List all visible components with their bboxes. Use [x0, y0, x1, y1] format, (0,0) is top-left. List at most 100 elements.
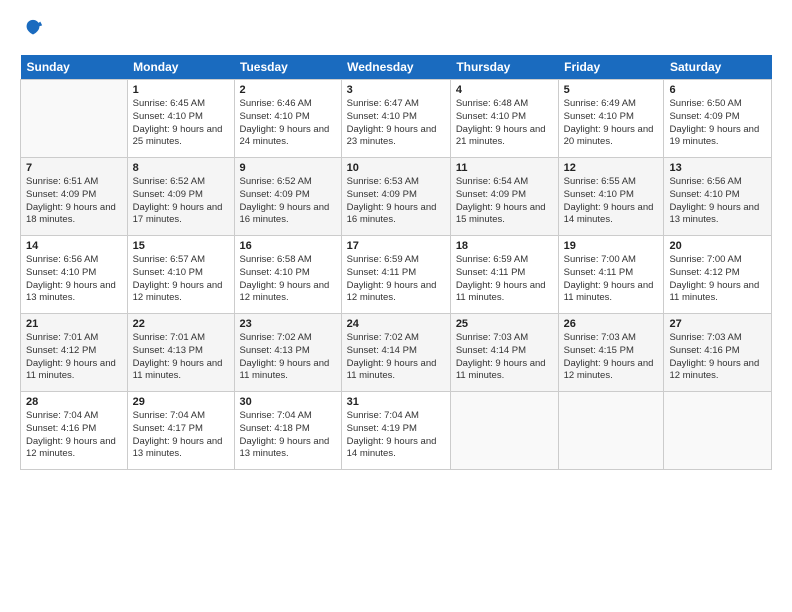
- day-number: 20: [669, 240, 766, 252]
- day-info: Sunrise: 7:03 AMSunset: 4:15 PMDaylight:…: [564, 332, 659, 383]
- calendar-cell: 26 Sunrise: 7:03 AMSunset: 4:15 PMDayligh…: [558, 314, 664, 392]
- day-info: Sunrise: 7:04 AMSunset: 4:16 PMDaylight:…: [26, 410, 122, 461]
- calendar-cell: 7 Sunrise: 6:51 AMSunset: 4:09 PMDaylight…: [21, 158, 128, 236]
- header: [20, 18, 772, 45]
- day-number: 12: [564, 162, 659, 174]
- calendar-cell: 24 Sunrise: 7:02 AMSunset: 4:14 PMDayligh…: [341, 314, 450, 392]
- day-number: 9: [240, 162, 336, 174]
- calendar-cell: [450, 392, 558, 470]
- calendar-cell: 25Sunrise: 7:03 AMSunset: 4:14 PMDayligh…: [450, 314, 558, 392]
- week-row-4: 28 Sunrise: 7:04 AMSunset: 4:16 PMDayligh…: [21, 392, 772, 470]
- day-info: Sunrise: 6:49 AMSunset: 4:10 PMDaylight:…: [564, 98, 659, 149]
- calendar-cell: 17 Sunrise: 6:59 AMSunset: 4:11 PMDayligh…: [341, 236, 450, 314]
- day-number: 19: [564, 240, 659, 252]
- week-row-2: 14Sunrise: 6:56 AMSunset: 4:10 PMDayligh…: [21, 236, 772, 314]
- day-number: 8: [133, 162, 229, 174]
- day-number: 13: [669, 162, 766, 174]
- day-header-friday: Friday: [558, 55, 664, 80]
- calendar-cell: 6 Sunrise: 6:50 AMSunset: 4:09 PMDaylight…: [664, 80, 772, 158]
- calendar-cell: 10 Sunrise: 6:53 AMSunset: 4:09 PMDayligh…: [341, 158, 450, 236]
- calendar-cell: 1Sunrise: 6:45 AMSunset: 4:10 PMDaylight…: [127, 80, 234, 158]
- day-info: Sunrise: 7:02 AMSunset: 4:14 PMDaylight:…: [347, 332, 445, 383]
- day-info: Sunrise: 6:53 AMSunset: 4:09 PMDaylight:…: [347, 176, 445, 227]
- day-number: 30: [240, 396, 336, 408]
- day-info: Sunrise: 7:02 AMSunset: 4:13 PMDaylight:…: [240, 332, 336, 383]
- calendar-cell: 20Sunrise: 7:00 AMSunset: 4:12 PMDayligh…: [664, 236, 772, 314]
- day-info: Sunrise: 6:45 AMSunset: 4:10 PMDaylight:…: [133, 98, 229, 149]
- calendar-cell: 2Sunrise: 6:46 AMSunset: 4:10 PMDaylight…: [234, 80, 341, 158]
- calendar-cell: 9 Sunrise: 6:52 AMSunset: 4:09 PMDaylight…: [234, 158, 341, 236]
- day-number: 23: [240, 318, 336, 330]
- week-row-0: 1Sunrise: 6:45 AMSunset: 4:10 PMDaylight…: [21, 80, 772, 158]
- day-number: 25: [456, 318, 553, 330]
- day-number: 2: [240, 84, 336, 96]
- day-info: Sunrise: 6:50 AMSunset: 4:09 PMDaylight:…: [669, 98, 766, 149]
- calendar-container: SundayMondayTuesdayWednesdayThursdayFrid…: [0, 0, 792, 612]
- calendar-cell: 31 Sunrise: 7:04 AMSunset: 4:19 PMDayligh…: [341, 392, 450, 470]
- calendar-cell: 23 Sunrise: 7:02 AMSunset: 4:13 PMDayligh…: [234, 314, 341, 392]
- day-number: 31: [347, 396, 445, 408]
- day-number: 10: [347, 162, 445, 174]
- calendar-cell: 8 Sunrise: 6:52 AMSunset: 4:09 PMDaylight…: [127, 158, 234, 236]
- day-info: Sunrise: 6:51 AMSunset: 4:09 PMDaylight:…: [26, 176, 122, 227]
- day-info: Sunrise: 6:48 AMSunset: 4:10 PMDaylight:…: [456, 98, 553, 149]
- day-info: Sunrise: 6:52 AMSunset: 4:09 PMDaylight:…: [133, 176, 229, 227]
- day-number: 16: [240, 240, 336, 252]
- day-header-wednesday: Wednesday: [341, 55, 450, 80]
- day-number: 15: [133, 240, 229, 252]
- day-number: 26: [564, 318, 659, 330]
- day-info: Sunrise: 7:04 AMSunset: 4:17 PMDaylight:…: [133, 410, 229, 461]
- calendar-cell: 16 Sunrise: 6:58 AMSunset: 4:10 PMDayligh…: [234, 236, 341, 314]
- day-info: Sunrise: 6:52 AMSunset: 4:09 PMDaylight:…: [240, 176, 336, 227]
- week-row-3: 21 Sunrise: 7:01 AMSunset: 4:12 PMDayligh…: [21, 314, 772, 392]
- calendar-cell: 4 Sunrise: 6:48 AMSunset: 4:10 PMDaylight…: [450, 80, 558, 158]
- logo: [20, 18, 44, 45]
- day-info: Sunrise: 6:58 AMSunset: 4:10 PMDaylight:…: [240, 254, 336, 305]
- day-info: Sunrise: 7:03 AMSunset: 4:16 PMDaylight:…: [669, 332, 766, 383]
- day-number: 24: [347, 318, 445, 330]
- day-number: 18: [456, 240, 553, 252]
- day-info: Sunrise: 6:59 AMSunset: 4:11 PMDaylight:…: [347, 254, 445, 305]
- calendar-cell: 27 Sunrise: 7:03 AMSunset: 4:16 PMDayligh…: [664, 314, 772, 392]
- day-info: Sunrise: 6:47 AMSunset: 4:10 PMDaylight:…: [347, 98, 445, 149]
- day-info: Sunrise: 6:57 AMSunset: 4:10 PMDaylight:…: [133, 254, 229, 305]
- day-number: 6: [669, 84, 766, 96]
- day-header-thursday: Thursday: [450, 55, 558, 80]
- day-info: Sunrise: 7:04 AMSunset: 4:18 PMDaylight:…: [240, 410, 336, 461]
- day-info: Sunrise: 7:01 AMSunset: 4:13 PMDaylight:…: [133, 332, 229, 383]
- calendar-cell: 29 Sunrise: 7:04 AMSunset: 4:17 PMDayligh…: [127, 392, 234, 470]
- week-row-1: 7 Sunrise: 6:51 AMSunset: 4:09 PMDaylight…: [21, 158, 772, 236]
- calendar-cell: 14Sunrise: 6:56 AMSunset: 4:10 PMDayligh…: [21, 236, 128, 314]
- day-info: Sunrise: 6:59 AMSunset: 4:11 PMDaylight:…: [456, 254, 553, 305]
- calendar-cell: 22 Sunrise: 7:01 AMSunset: 4:13 PMDayligh…: [127, 314, 234, 392]
- day-number: 4: [456, 84, 553, 96]
- day-number: 17: [347, 240, 445, 252]
- calendar-header-row: SundayMondayTuesdayWednesdayThursdayFrid…: [21, 55, 772, 80]
- calendar-cell: 11Sunrise: 6:54 AMSunset: 4:09 PMDayligh…: [450, 158, 558, 236]
- day-info: Sunrise: 6:55 AMSunset: 4:10 PMDaylight:…: [564, 176, 659, 227]
- calendar-cell: 19 Sunrise: 7:00 AMSunset: 4:11 PMDayligh…: [558, 236, 664, 314]
- calendar-cell: [558, 392, 664, 470]
- day-info: Sunrise: 6:56 AMSunset: 4:10 PMDaylight:…: [669, 176, 766, 227]
- day-header-tuesday: Tuesday: [234, 55, 341, 80]
- day-info: Sunrise: 7:01 AMSunset: 4:12 PMDaylight:…: [26, 332, 122, 383]
- day-number: 29: [133, 396, 229, 408]
- calendar-table: SundayMondayTuesdayWednesdayThursdayFrid…: [20, 55, 772, 470]
- calendar-cell: 13 Sunrise: 6:56 AMSunset: 4:10 PMDayligh…: [664, 158, 772, 236]
- day-number: 7: [26, 162, 122, 174]
- calendar-cell: [664, 392, 772, 470]
- calendar-cell: 21 Sunrise: 7:01 AMSunset: 4:12 PMDayligh…: [21, 314, 128, 392]
- day-number: 14: [26, 240, 122, 252]
- calendar-cell: 5 Sunrise: 6:49 AMSunset: 4:10 PMDaylight…: [558, 80, 664, 158]
- calendar-cell: 28 Sunrise: 7:04 AMSunset: 4:16 PMDayligh…: [21, 392, 128, 470]
- day-number: 27: [669, 318, 766, 330]
- day-number: 22: [133, 318, 229, 330]
- day-header-sunday: Sunday: [21, 55, 128, 80]
- day-info: Sunrise: 7:04 AMSunset: 4:19 PMDaylight:…: [347, 410, 445, 461]
- day-header-monday: Monday: [127, 55, 234, 80]
- day-number: 28: [26, 396, 122, 408]
- calendar-cell: 30 Sunrise: 7:04 AMSunset: 4:18 PMDayligh…: [234, 392, 341, 470]
- day-info: Sunrise: 7:00 AMSunset: 4:11 PMDaylight:…: [564, 254, 659, 305]
- day-number: 5: [564, 84, 659, 96]
- day-number: 21: [26, 318, 122, 330]
